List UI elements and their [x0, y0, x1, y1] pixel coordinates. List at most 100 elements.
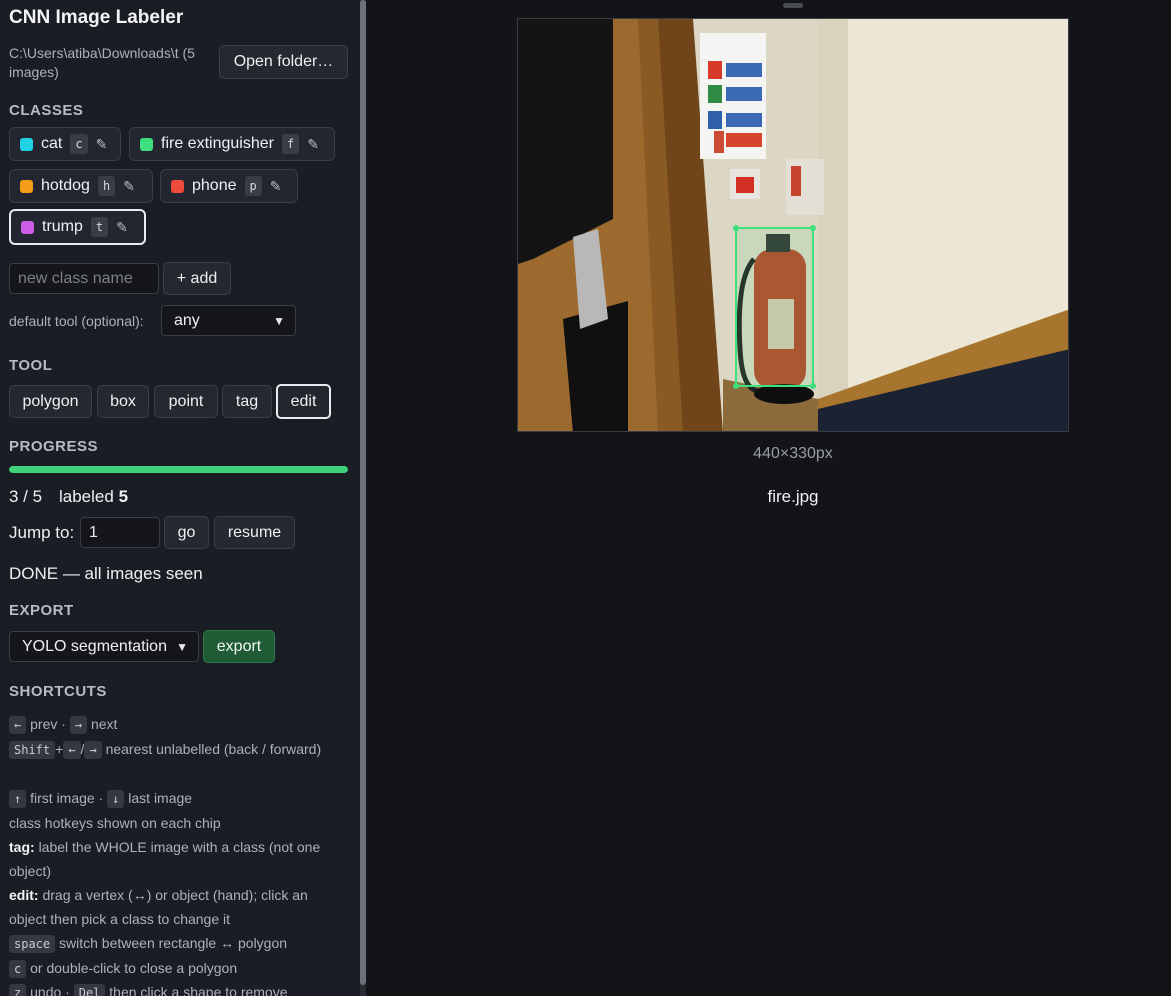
image-file-name: fire.jpg: [767, 487, 819, 506]
class-chip-fire-extinguisher[interactable]: fire extinguisher f ✎: [129, 127, 335, 161]
default-tool-select[interactable]: any ▼: [161, 305, 296, 336]
left-arrow-key: ←: [63, 741, 81, 759]
annotation-vertex[interactable]: [733, 383, 739, 389]
export-button[interactable]: export: [203, 630, 275, 663]
app-title: CNN Image Labeler: [9, 7, 184, 28]
progress-bar: [9, 466, 348, 473]
shift-key: Shift: [9, 741, 56, 759]
class-chip-phone[interactable]: phone p ✎: [160, 169, 298, 203]
annotation-vertex[interactable]: [810, 383, 816, 389]
new-class-input[interactable]: [9, 263, 159, 294]
hotkey-badge: h: [97, 176, 116, 196]
class-chip-label: fire extinguisher: [161, 135, 274, 152]
pencil-icon[interactable]: ✎: [270, 178, 282, 195]
hotkey-badge: c: [70, 134, 88, 154]
left-arrow-key: ←: [9, 716, 27, 734]
shortcut-text: drag a vertex (↔) or object (hand); clic…: [9, 887, 308, 927]
export-section-title: EXPORT: [9, 602, 74, 619]
shortcuts-section-title: SHORTCUTS: [9, 683, 107, 700]
class-color-swatch: [20, 137, 33, 151]
tool-section-title: TOOL: [9, 357, 53, 374]
shortcut-text: switch between rectangle ↔ polygon: [59, 935, 288, 951]
image-photo: [518, 19, 1068, 431]
hotkey-badge: p: [244, 176, 262, 196]
annotation-vertex[interactable]: [810, 225, 816, 231]
shortcut-term: tag:: [9, 839, 35, 855]
shortcut-line-undo: z undo · Del then click a shape to remov…: [9, 980, 349, 996]
shortcut-line-space: space switch between rectangle ↔ polygon: [9, 931, 349, 955]
shortcut-line-nav: ← prev · → next: [9, 712, 349, 736]
z-key: z: [9, 984, 27, 996]
class-color-swatch: [20, 179, 33, 193]
drag-handle[interactable]: [783, 3, 803, 8]
shortcut-line-unlabelled: Shift + ← / → nearest unlabelled (back / for…: [9, 737, 349, 761]
tool-polygon-button[interactable]: polygon: [9, 385, 92, 418]
class-color-swatch: [171, 179, 184, 193]
shortcut-text: nearest unlabelled (back / forward): [105, 741, 322, 757]
right-arrow-key: →: [84, 741, 102, 759]
class-color-swatch: [21, 220, 34, 234]
shortcut-text: label the WHOLE image with a class (not …: [9, 839, 321, 879]
jump-to-label: Jump to:: [9, 523, 75, 542]
shortcut-text: first image ·: [30, 790, 104, 806]
annotation-vertex[interactable]: [733, 225, 739, 231]
shortcut-line-hotkeys: class hotkeys shown on each chip: [9, 815, 221, 831]
open-folder-button[interactable]: Open folder…: [219, 45, 348, 79]
shortcut-text: +: [55, 741, 64, 757]
pencil-icon[interactable]: ✎: [123, 178, 135, 195]
tool-tag-button[interactable]: tag: [222, 385, 272, 418]
annotation-box[interactable]: [735, 227, 814, 387]
shortcut-term: edit:: [9, 887, 39, 903]
c-key: c: [9, 960, 27, 978]
class-chip-label: phone: [192, 177, 237, 194]
image-canvas[interactable]: [517, 18, 1069, 432]
shortcut-text: prev ·: [30, 716, 66, 732]
sidebar-scrollbar-thumb[interactable]: [360, 0, 366, 985]
labeled-count: labeled 5: [59, 487, 128, 507]
resume-button[interactable]: resume: [214, 516, 295, 549]
tool-point-button[interactable]: point: [154, 385, 218, 418]
shortcut-line-edit: edit: drag a vertex (↔) or object (hand)…: [9, 883, 349, 931]
add-class-button[interactable]: + add: [163, 262, 231, 295]
class-chip-label: trump: [42, 218, 83, 235]
labeled-value: 5: [118, 487, 129, 506]
class-color-swatch: [140, 137, 153, 151]
shortcut-text: undo ·: [30, 984, 70, 996]
shortcut-text: next: [90, 716, 118, 732]
class-chip-cat[interactable]: cat c ✎: [9, 127, 121, 161]
go-button[interactable]: go: [164, 516, 209, 549]
export-format-select[interactable]: YOLO segmentation ▼: [9, 631, 199, 662]
chevron-down-icon: ▼: [176, 639, 188, 654]
default-tool-label: default tool (optional):: [9, 313, 144, 329]
classes-section-title: CLASSES: [9, 102, 84, 119]
pencil-icon[interactable]: ✎: [116, 219, 128, 236]
class-chip-label: cat: [41, 135, 63, 152]
shortcut-line-close-polygon: c or double-click to close a polygon: [9, 956, 349, 980]
progress-status: DONE — all images seen: [9, 564, 203, 583]
shortcut-line-first-last: ↑ first image · ↓ last image: [9, 786, 349, 810]
labeled-label: labeled: [59, 487, 114, 506]
tool-box-button[interactable]: box: [97, 385, 149, 418]
pencil-icon[interactable]: ✎: [307, 136, 319, 153]
progress-bar-fill: [9, 466, 348, 473]
progress-count: 3 / 5: [9, 487, 43, 506]
pencil-icon[interactable]: ✎: [96, 136, 108, 153]
image-size-label: 440×330px: [753, 445, 833, 462]
class-chip-trump[interactable]: trump t ✎: [9, 209, 146, 245]
jump-to-input[interactable]: [80, 517, 160, 548]
shortcut-line-tag: tag: label the WHOLE image with a class …: [9, 835, 349, 883]
space-key: space: [9, 935, 56, 953]
default-tool-value: any: [174, 311, 200, 329]
up-arrow-key: ↑: [9, 790, 27, 808]
del-key: Del: [73, 984, 106, 996]
shortcut-text: or double-click to close a polygon: [30, 960, 238, 976]
tool-edit-button[interactable]: edit: [276, 384, 331, 419]
shortcut-text: last image: [128, 790, 193, 806]
export-format-value: YOLO segmentation: [22, 637, 167, 655]
folder-path: C:\Users\atiba\Downloads\t (5 images): [9, 45, 195, 80]
class-chip-hotdog[interactable]: hotdog h ✎: [9, 169, 153, 203]
class-chip-label: hotdog: [41, 177, 90, 194]
progress-section-title: PROGRESS: [9, 438, 99, 455]
right-arrow-key: →: [69, 716, 88, 734]
hotkey-badge: f: [281, 134, 300, 154]
